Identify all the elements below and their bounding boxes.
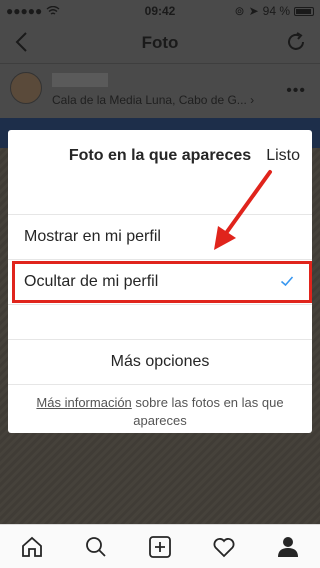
annotation-arrow [214, 170, 272, 250]
avatar[interactable] [10, 72, 42, 104]
add-icon [149, 535, 171, 558]
tab-bar [0, 524, 320, 568]
done-button[interactable]: Listo [266, 147, 300, 165]
username-redacted [52, 73, 108, 87]
learn-more-link[interactable]: Más información [36, 395, 131, 410]
more-options-icon[interactable]: ••• [286, 82, 306, 100]
refresh-icon[interactable] [284, 30, 308, 54]
highlight-box [12, 261, 312, 303]
more-options-label: Más opciones [110, 353, 210, 370]
battery-icon [294, 6, 314, 16]
status-bar: ●●●●● 09:42 ⊚ ➤ 94 % [0, 0, 320, 20]
home-icon [22, 536, 42, 557]
search-tab[interactable] [83, 534, 109, 560]
info-text: Más información sobre las fotos en las q… [22, 394, 298, 430]
location-icon: ➤ [248, 4, 259, 18]
orientation-lock-icon: ⊚ [234, 4, 245, 18]
heart-icon [213, 537, 235, 557]
option-label: Mostrar en mi perfil [24, 228, 161, 245]
info-description: sobre las fotos en las que apareces [131, 395, 284, 428]
status-right: ⊚ ➤ 94 % [235, 4, 314, 18]
nav-bar: Foto [0, 20, 320, 64]
profile-tab[interactable] [275, 534, 301, 560]
profile-icon [278, 536, 298, 557]
divider [8, 384, 312, 385]
divider [8, 304, 312, 305]
add-tab[interactable] [147, 534, 173, 560]
page-title: Foto [141, 33, 179, 52]
battery-percent: 94 % [262, 4, 290, 18]
search-icon [86, 536, 106, 557]
activity-tab[interactable] [211, 534, 237, 560]
more-options-button[interactable]: Más opciones [8, 340, 312, 384]
post-location[interactable]: Cala de la Media Luna, Cabo de G... › [52, 93, 254, 107]
home-tab[interactable] [19, 534, 45, 560]
post-header: Cala de la Media Luna, Cabo de G... › ••… [0, 64, 320, 118]
